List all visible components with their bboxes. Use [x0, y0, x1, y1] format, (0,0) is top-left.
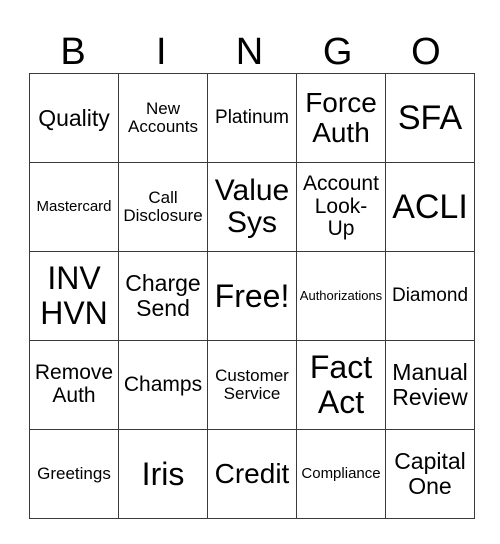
bingo-card-grid: Quality New Accounts Platinum Force Auth… — [29, 73, 475, 519]
cell-label: Account Look- Up — [303, 171, 379, 241]
cell-label: Mastercard — [36, 198, 112, 216]
bingo-row: Mastercard Call Disclosure Value Sys Acc… — [29, 162, 475, 252]
bingo-cell[interactable]: Quality — [29, 73, 119, 163]
bingo-header: B I N G O — [29, 30, 470, 74]
free-space-label: Free! — [214, 278, 290, 314]
cell-label: Value Sys — [214, 173, 290, 239]
bingo-cell[interactable]: Manual Review — [385, 340, 475, 430]
bingo-cell[interactable]: Call Disclosure — [118, 162, 208, 252]
bingo-cell[interactable]: Value Sys — [207, 162, 297, 252]
bingo-cell[interactable]: Charge Send — [118, 251, 208, 341]
cell-label: Compliance — [301, 465, 381, 483]
bingo-cell[interactable]: Compliance — [296, 429, 386, 519]
cell-label: Iris — [141, 455, 185, 492]
cell-label: Fact Act — [309, 349, 373, 420]
cell-label: INV HVN — [40, 260, 108, 331]
header-letter-b: B — [60, 31, 86, 73]
cell-label: ACLI — [392, 187, 468, 226]
cell-label: Quality — [38, 104, 110, 131]
bingo-cell[interactable]: Fact Act — [296, 340, 386, 430]
header-letter-o: O — [411, 31, 441, 73]
cell-label: SFA — [397, 98, 463, 137]
cell-label: Customer Service — [215, 365, 289, 403]
bingo-row: INV HVN Charge Send Free! Authorizations… — [29, 251, 475, 341]
bingo-cell[interactable]: Platinum — [207, 73, 297, 163]
bingo-cell[interactable]: Account Look- Up — [296, 162, 386, 252]
cell-label: New Accounts — [128, 98, 198, 136]
cell-label: Capital One — [394, 448, 466, 499]
bingo-cell[interactable]: Remove Auth — [29, 340, 119, 430]
bingo-cell[interactable]: Greetings — [29, 429, 119, 519]
cell-label: Credit — [214, 457, 290, 489]
bingo-cell[interactable]: Champs — [118, 340, 208, 430]
free-space-cell[interactable]: Free! — [207, 251, 297, 341]
header-letter-i: I — [156, 31, 167, 73]
cell-label: Force Auth — [305, 86, 377, 148]
bingo-cell[interactable]: SFA — [385, 73, 475, 163]
header-letter-n: N — [235, 31, 264, 73]
bingo-row: Quality New Accounts Platinum Force Auth… — [29, 73, 475, 163]
bingo-cell[interactable]: INV HVN — [29, 251, 119, 341]
cell-label: Call Disclosure — [123, 187, 203, 225]
cell-label: Charge Send — [125, 270, 201, 321]
bingo-cell[interactable]: Credit — [207, 429, 297, 519]
bingo-cell[interactable]: Diamond — [385, 251, 475, 341]
cell-label: Greetings — [37, 463, 111, 483]
bingo-cell[interactable]: Customer Service — [207, 340, 297, 430]
header-letter-g: G — [322, 31, 353, 73]
cell-label: Platinum — [215, 106, 289, 128]
bingo-cell[interactable]: Capital One — [385, 429, 475, 519]
cell-label: Manual Review — [392, 359, 468, 410]
bingo-cell[interactable]: Authorizations — [296, 251, 386, 341]
cell-label: Diamond — [391, 284, 469, 306]
bingo-row: Greetings Iris Credit Compliance Capital… — [29, 429, 475, 519]
bingo-cell[interactable]: Iris — [118, 429, 208, 519]
cell-label: Authorizations — [299, 288, 383, 304]
bingo-cell[interactable]: Force Auth — [296, 73, 386, 163]
cell-label: Champs — [123, 372, 203, 396]
bingo-cell[interactable]: Mastercard — [29, 162, 119, 252]
bingo-cell[interactable]: ACLI — [385, 162, 475, 252]
cell-label: Remove Auth — [34, 361, 114, 407]
bingo-cell[interactable]: New Accounts — [118, 73, 208, 163]
bingo-row: Remove Auth Champs Customer Service Fact… — [29, 340, 475, 430]
